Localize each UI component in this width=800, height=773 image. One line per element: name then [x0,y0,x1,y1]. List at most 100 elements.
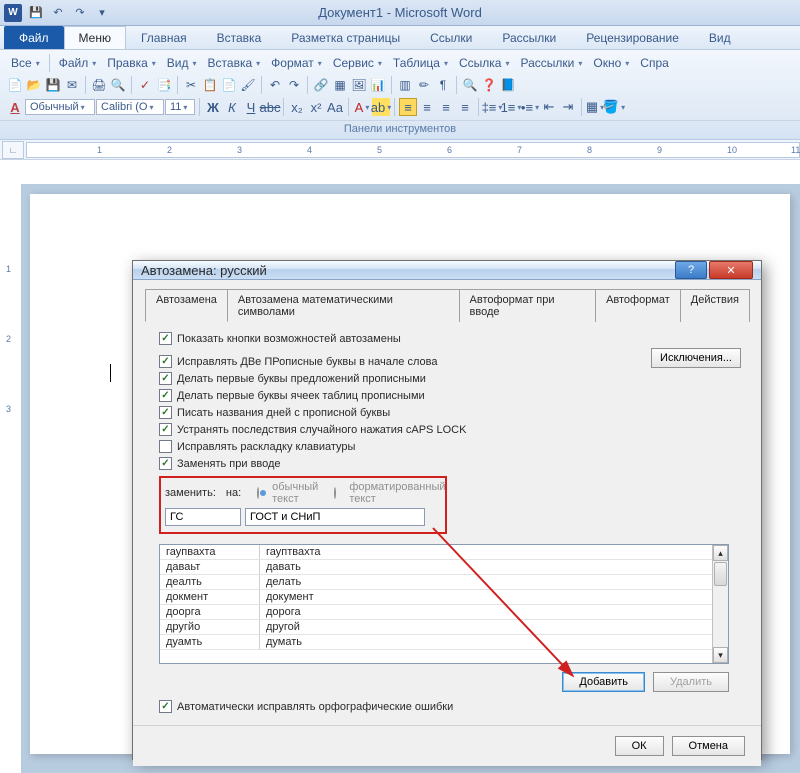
list-item[interactable]: докментдокумент [160,590,728,605]
superscript-icon[interactable]: x² [307,98,325,116]
subscript-icon[interactable]: x₂ [288,98,306,116]
research-icon[interactable]: 📑 [155,76,173,94]
line-spacing-icon[interactable]: ‡≡ [483,98,501,116]
list-item[interactable]: дуамтьдумать [160,635,728,650]
radio-plain[interactable] [257,487,259,499]
highlight-icon[interactable]: ab [372,98,390,116]
redo-icon[interactable]: ↷ [285,76,303,94]
menu-edit[interactable]: Правка [102,54,161,72]
copy-icon[interactable]: 📋 [201,76,219,94]
autocorrect-list[interactable]: гаупвахтагауптвахта даваьтдавать деалтьд… [159,544,729,664]
tab-file[interactable]: Файл [4,26,64,49]
tab-view[interactable]: Вид [694,26,746,49]
dlg-tab-autoformat-typing[interactable]: Автоформат при вводе [459,289,597,322]
style-a-icon[interactable]: A [6,98,24,116]
format-painter-icon[interactable]: 🖌 [239,76,257,94]
menu-link[interactable]: Ссылка [454,54,515,72]
undo-icon[interactable]: ↶ [266,76,284,94]
radio-formatted[interactable] [334,487,336,499]
replace-from-input[interactable] [165,508,241,526]
tab-refs[interactable]: Ссылки [415,26,487,49]
menu-window[interactable]: Окно [588,54,634,72]
list-scrollbar[interactable]: ▴ ▾ [712,545,728,663]
align-justify-icon[interactable]: ≡ [456,98,474,116]
new-icon[interactable]: 📄 [6,76,24,94]
tab-home[interactable]: Главная [126,26,202,49]
align-center-icon[interactable]: ≡ [418,98,436,116]
list-item[interactable]: деалтьделать [160,575,728,590]
tab-menu[interactable]: Меню [64,26,126,49]
numbered-list-icon[interactable]: 1≡ [502,98,520,116]
mail-icon[interactable]: ✉ [63,76,81,94]
size-combo[interactable]: 11 [165,99,195,115]
v-ruler[interactable]: 1 2 3 [0,184,22,773]
chk-auto-spell[interactable] [159,700,172,713]
pilcrow-icon[interactable]: ¶ [434,76,452,94]
tab-mailings[interactable]: Рассылки [487,26,571,49]
tab-insert[interactable]: Вставка [202,26,277,49]
exceptions-button[interactable]: Исключения... [651,348,741,368]
chk-keyboard[interactable] [159,440,172,453]
hyperlink-icon[interactable]: 🔗 [312,76,330,94]
menu-file[interactable]: Файл [54,54,102,72]
dialog-titlebar[interactable]: Автозамена: русский ? ✕ [133,261,761,280]
print-icon[interactable]: 🖨 [90,76,108,94]
ok-button[interactable]: ОК [615,736,664,756]
replace-with-input[interactable] [245,508,425,526]
borders-icon[interactable]: ▦ [586,98,604,116]
dlg-tab-actions[interactable]: Действия [680,289,750,322]
font-combo[interactable]: Calibri (О [96,99,164,115]
scroll-up-icon[interactable]: ▴ [713,545,728,561]
tab-selector[interactable]: ∟ [2,141,24,159]
paste-icon[interactable]: 📄 [220,76,238,94]
drawing-icon[interactable]: ✏ [415,76,433,94]
bullet-list-icon[interactable]: •≡ [521,98,539,116]
italic-icon[interactable]: К [223,98,241,116]
zoom-icon[interactable]: 🔍 [461,76,479,94]
scroll-down-icon[interactable]: ▾ [713,647,728,663]
preview-icon[interactable]: 🔍 [109,76,127,94]
chart-icon[interactable]: 📊 [369,76,387,94]
table-icon[interactable]: ▦ [331,76,349,94]
save-icon[interactable]: 💾 [26,3,46,23]
style-combo[interactable]: Обычный [25,99,95,115]
open-icon[interactable]: 📂 [25,76,43,94]
decrease-indent-icon[interactable]: ⇤ [540,98,558,116]
scroll-thumb[interactable] [714,562,727,586]
spell-icon[interactable]: ✓ [136,76,154,94]
menu-view[interactable]: Вид [162,54,202,72]
menu-service[interactable]: Сервис [328,54,387,72]
menu-all[interactable]: Все [6,54,45,72]
tab-review[interactable]: Рецензирование [571,26,694,49]
picture-icon[interactable]: 🖼 [350,76,368,94]
shading-icon[interactable]: 🪣 [605,98,623,116]
chk-days[interactable] [159,406,172,419]
undo-icon[interactable]: ↶ [48,3,68,23]
help-icon[interactable]: ❓ [480,76,498,94]
qat-dropdown-icon[interactable]: ▾ [92,3,112,23]
chk-sentence[interactable] [159,372,172,385]
save-icon[interactable]: 💾 [44,76,62,94]
close-button[interactable]: ✕ [709,261,753,279]
add-button[interactable]: Добавить [562,672,645,692]
chk-capslock[interactable] [159,423,172,436]
h-ruler[interactable]: ∟ 1 2 3 4 5 6 7 8 9 10 11 [0,140,800,160]
menu-help[interactable]: Спра [635,54,674,72]
dlg-tab-math[interactable]: Автозамена математическими символами [227,289,460,322]
increase-indent-icon[interactable]: ⇥ [559,98,577,116]
change-case-icon[interactable]: Aa [326,98,344,116]
delete-button[interactable]: Удалить [653,672,729,692]
chk-two-caps[interactable] [159,355,172,368]
list-item[interactable]: гаупвахтагауптвахта [160,545,728,560]
menu-mailings[interactable]: Рассылки [516,54,588,72]
list-item[interactable]: дооргадорога [160,605,728,620]
cancel-button[interactable]: Отмена [672,736,745,756]
underline-icon[interactable]: Ч [242,98,260,116]
align-left-icon[interactable]: ≡ [399,98,417,116]
list-item[interactable]: другйодругой [160,620,728,635]
ruler-scale[interactable]: 1 2 3 4 5 6 7 8 9 10 11 [26,142,800,158]
strike-icon[interactable]: abc [261,98,279,116]
tab-layout[interactable]: Разметка страницы [276,26,415,49]
chk-cells[interactable] [159,389,172,402]
menu-insert[interactable]: Вставка [203,54,266,72]
